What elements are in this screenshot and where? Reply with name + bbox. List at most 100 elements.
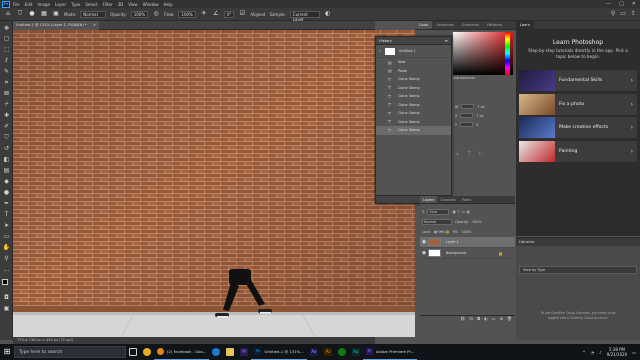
pen-tool-icon[interactable]: ✒ — [2, 199, 11, 208]
type-tool-icon[interactable]: T — [2, 210, 11, 219]
gradient-tool-icon[interactable]: ▤ — [2, 166, 11, 175]
share-icon[interactable]: ⇪ — [631, 10, 636, 17]
adjustment-icon[interactable]: ◐ — [484, 316, 488, 322]
history-brush-tool-icon[interactable]: ↺ — [2, 144, 11, 153]
filter-icons[interactable]: ▣T▭◧ — [452, 210, 472, 214]
tab-patterns[interactable]: Patterns — [483, 21, 506, 29]
dodge-tool-icon[interactable]: ● — [2, 188, 11, 197]
tab-gradients[interactable]: Gradients — [458, 21, 484, 29]
crop-tool-icon[interactable]: ⌗ — [2, 78, 11, 87]
opacity-input[interactable]: 100% — [130, 10, 149, 18]
aligned-checkbox[interactable]: ☑ — [238, 10, 246, 18]
angle-input[interactable]: 0° — [223, 10, 235, 18]
menu-edit[interactable]: Edit — [25, 2, 33, 7]
zoom-tool-icon[interactable]: ⚲ — [2, 254, 11, 263]
learn-card[interactable]: Fundamental Skills › — [519, 70, 637, 91]
eraser-tool-icon[interactable]: ◧ — [2, 155, 11, 164]
taskbar-app-chrome[interactable]: (2) Facebook - Goo... — [154, 344, 210, 360]
minimize-button[interactable]: — — [606, 0, 611, 8]
move-tool-icon[interactable]: ✥ — [2, 24, 11, 33]
eye-icon[interactable]: ◉ — [420, 250, 428, 256]
menu-select[interactable]: Select — [85, 2, 97, 7]
lasso-tool-icon[interactable]: ℓ — [2, 56, 11, 65]
clone-stamp-tool-icon[interactable]: ⛉ — [16, 10, 24, 18]
taskbar-app-premiere[interactable]: Pr Adobe Premiere Pr... — [362, 344, 418, 360]
history-item-selected[interactable]: ⛉ Clone Stamp — [376, 126, 451, 135]
xbox-icon[interactable] — [335, 344, 349, 360]
history-item[interactable]: ⛉ Clone Stamp — [376, 75, 451, 84]
history-item[interactable]: ⛉ Clone Stamp — [376, 92, 451, 101]
history-item[interactable]: ⛉ Clone Stamp — [376, 109, 451, 118]
screen-mode-icon[interactable]: ▣ — [2, 304, 11, 313]
task-view-icon[interactable] — [126, 344, 140, 360]
search-icon[interactable]: ⚲ — [611, 10, 615, 17]
foreground-color-swatch[interactable] — [2, 279, 8, 285]
home-icon[interactable]: ⌂ — [4, 10, 12, 18]
link-icon[interactable]: ⛓ — [460, 316, 465, 322]
taskbar-app-photoshop[interactable]: Ps Untitled-1 @ 131%... — [251, 344, 307, 360]
tab-learn[interactable]: Learn — [516, 21, 535, 29]
frame-tool-icon[interactable]: ⊠ — [2, 89, 11, 98]
mode-select[interactable]: Normal — [80, 10, 107, 18]
color-field[interactable] — [453, 32, 513, 75]
menu-help[interactable]: Help — [163, 2, 172, 7]
mask-icon[interactable]: ◘ — [477, 316, 480, 322]
prop-field[interactable] — [460, 113, 474, 118]
eyedropper-tool-icon[interactable]: ⌿ — [2, 100, 11, 109]
ignore-adjustment-icon[interactable]: ◐ — [324, 10, 332, 18]
kind-select[interactable]: Kind — [427, 209, 450, 215]
pressure-opacity-icon[interactable]: ◎ — [152, 10, 160, 18]
tab-layers[interactable]: Layers — [420, 196, 438, 203]
chrome-icon[interactable] — [140, 344, 154, 360]
volume-icon[interactable]: ♪ — [599, 350, 602, 355]
menu-view[interactable]: View — [128, 2, 138, 7]
network-icon[interactable]: ◔ — [591, 350, 595, 355]
menu-file[interactable]: File — [13, 2, 20, 7]
clock[interactable]: 5:38 PM 9/21/2020 — [607, 347, 628, 357]
clone-stamp-tool-icon[interactable]: ⛉ — [2, 133, 11, 142]
workspace-icon[interactable]: ▭ — [620, 10, 626, 17]
marquee-tool-icon[interactable]: ⬚ — [2, 45, 11, 54]
brush-settings-icon[interactable]: ▦ — [40, 10, 48, 18]
more-tools-icon[interactable]: … — [2, 265, 11, 274]
fill-value[interactable]: 100% — [462, 230, 472, 234]
shape-tool-icon[interactable]: ▭ — [2, 232, 11, 241]
learn-card[interactable]: Fix a photo › — [519, 94, 637, 115]
tray-arrow-icon[interactable]: ^ — [582, 350, 585, 355]
menu-filter[interactable]: Filter — [103, 2, 113, 7]
tab-channels[interactable]: Channels — [437, 196, 459, 203]
panel-menu-icon[interactable]: ≡ — [445, 37, 448, 45]
new-layer-icon[interactable]: ⊞ — [500, 316, 503, 322]
document-tab[interactable]: Untitled-1 @ 131% (Layer 1, RGB/8#) * × — [13, 21, 99, 30]
learn-card[interactable]: Painting › — [519, 141, 637, 162]
folder-icon[interactable]: ▭ — [492, 316, 496, 322]
eye-icon[interactable]: ◉ — [420, 239, 428, 245]
windows-start-icon[interactable]: ⊞ — [0, 344, 14, 360]
menu-layer[interactable]: Layer — [55, 2, 66, 7]
history-item[interactable]: ⛉ Clone Stamp — [376, 101, 451, 110]
path-select-tool-icon[interactable]: ➤ — [2, 221, 11, 230]
view-by-select[interactable]: View by Type — [519, 266, 637, 274]
fx-icon[interactable]: fx — [469, 316, 473, 322]
close-icon[interactable]: × — [93, 21, 96, 30]
notifications-icon[interactable]: ▭ — [632, 350, 636, 355]
menu-3d[interactable]: 3D — [118, 2, 124, 7]
tab-paths[interactable]: Paths — [459, 196, 474, 203]
menu-type[interactable]: Type — [71, 2, 80, 7]
prop-field[interactable] — [460, 122, 474, 127]
opacity-value[interactable]: 100% — [472, 220, 482, 224]
hue-slider[interactable] — [505, 32, 510, 75]
maximize-button[interactable]: □ — [619, 0, 624, 8]
layer-row[interactable]: ◉ Background 🔒 — [420, 248, 515, 259]
sample-select[interactable]: Current Layer — [289, 10, 320, 22]
tab-color[interactable]: Color — [415, 21, 433, 29]
history-item[interactable]: ⛉ Clone Stamp — [376, 84, 451, 93]
folder-icon[interactable] — [223, 344, 237, 360]
healing-brush-tool-icon[interactable]: ✚ — [2, 111, 11, 120]
flow-input[interactable]: 100% — [178, 10, 196, 18]
hand-tool-icon[interactable]: ✋ — [2, 243, 11, 252]
prop-field[interactable] — [461, 104, 475, 109]
close-button[interactable]: ✕ — [632, 0, 636, 8]
edge-icon[interactable] — [209, 344, 223, 360]
clone-source-icon[interactable]: ▣ — [52, 10, 60, 18]
